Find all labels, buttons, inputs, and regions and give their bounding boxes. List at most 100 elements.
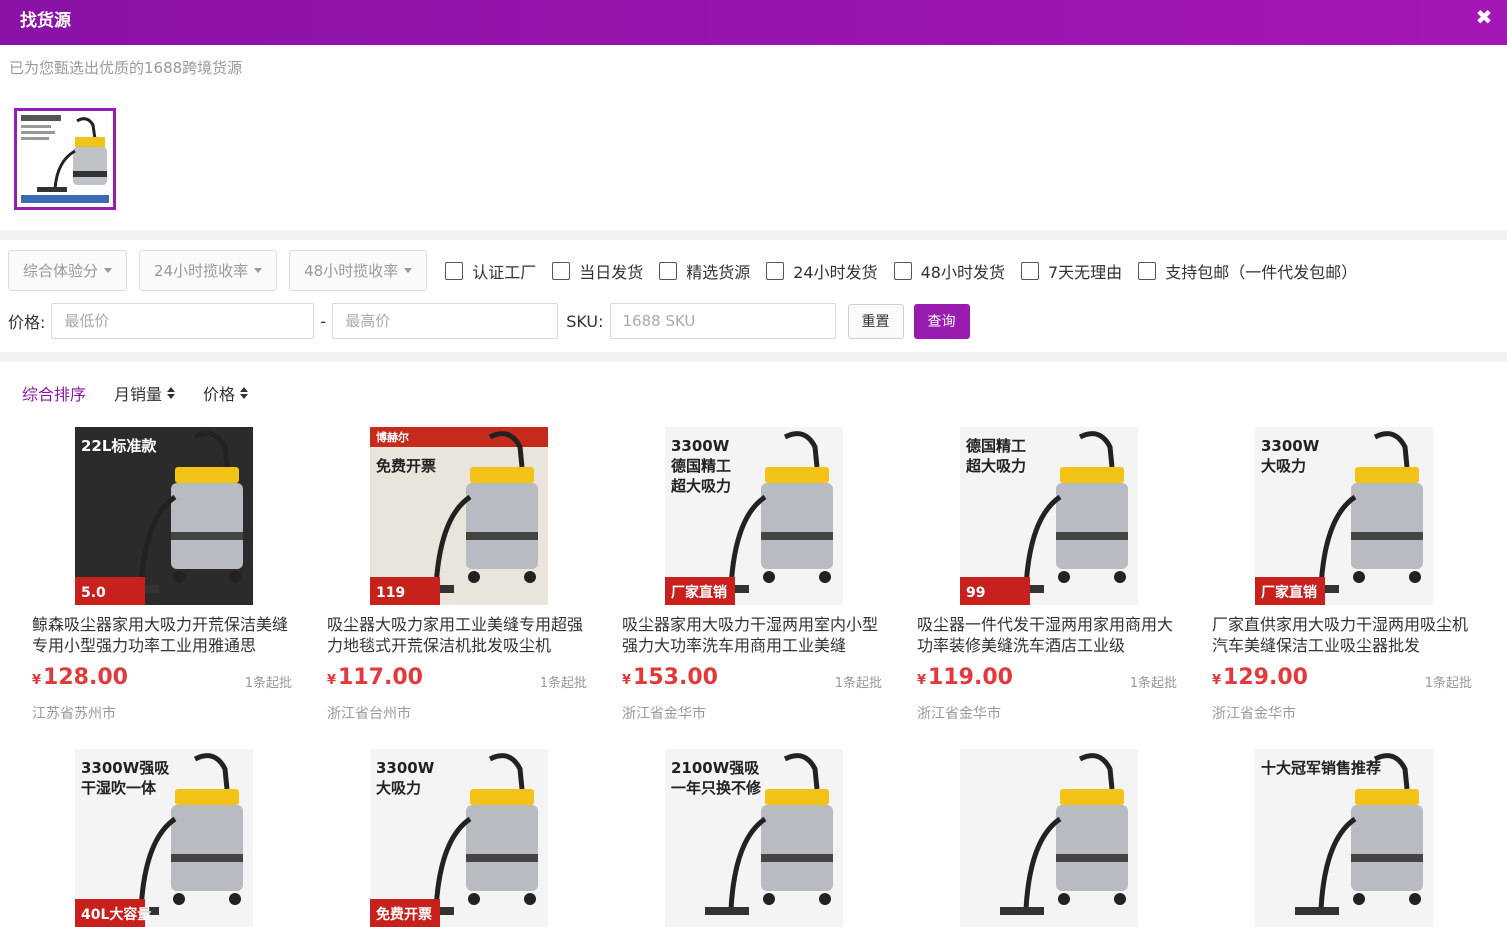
product-image[interactable]: 3300W 德国精工 超大吸力 厂家直销 bbox=[665, 427, 843, 605]
vacuum-image: 2100W强吸一年只换不修 bbox=[665, 749, 843, 927]
product-card[interactable]: 十大冠军销售推荐 bbox=[1212, 749, 1507, 927]
sku-input[interactable] bbox=[609, 303, 836, 339]
checkbox-icon[interactable] bbox=[766, 261, 785, 280]
sort-label: 月销量 bbox=[114, 385, 163, 404]
product-title[interactable]: 吸尘器大吸力家用工业美缝专用超强力地毯式开荒保洁机批发吸尘机 bbox=[327, 614, 589, 656]
filter-row: 综合体验分 24小时揽收率 48小时揽收率 认证工厂 当日发货 精选货源 24小… bbox=[8, 250, 1367, 291]
product-card[interactable]: 德国精工 超大吸力 99 吸尘器一件代发干湿两用家用商用大功率装修美缝洗车酒店工业级… bbox=[917, 427, 1212, 727]
svg-text:40L大容量: 40L大容量 bbox=[81, 906, 151, 923]
checkbox-same-day[interactable]: 当日发货 bbox=[552, 259, 643, 283]
min-price-input[interactable] bbox=[51, 303, 315, 339]
dropdown-24h-pickup[interactable]: 24小时揽收率 bbox=[139, 250, 278, 291]
caret-down-icon bbox=[404, 268, 413, 273]
checkbox-certified-factory[interactable]: 认证工厂 bbox=[445, 259, 536, 283]
svg-text:22L标准款: 22L标准款 bbox=[81, 437, 157, 455]
checkbox-icon[interactable] bbox=[1138, 261, 1157, 280]
svg-text:5.0: 5.0 bbox=[81, 585, 106, 601]
currency-symbol: ¥ bbox=[327, 673, 337, 688]
product-moq: 1条起批 bbox=[244, 676, 292, 691]
product-card[interactable]: 3300W 德国精工 超大吸力 厂家直销 吸尘器家用大吸力干湿两用室内小型强力大功率洗… bbox=[622, 427, 917, 727]
checkbox-label: 24小时发货 bbox=[793, 262, 878, 282]
divider bbox=[0, 352, 1507, 362]
svg-text:超大吸力: 超大吸力 bbox=[965, 457, 1026, 475]
sort-price[interactable]: 价格 bbox=[203, 381, 249, 405]
product-image[interactable]: 3300W 大吸力 厂家直销 bbox=[1255, 427, 1433, 605]
currency-symbol: ¥ bbox=[622, 673, 632, 688]
product-image[interactable]: 3300W强吸 干湿吹一体 40L大容量 bbox=[75, 749, 253, 927]
product-title[interactable]: 吸尘器一件代发干湿两用家用商用大功率装修美缝洗车酒店工业级 bbox=[917, 614, 1179, 656]
product-image[interactable]: 3300W 大吸力免费开票 bbox=[370, 749, 548, 927]
currency-symbol: ¥ bbox=[917, 673, 927, 688]
svg-text:2100W强吸: 2100W强吸 bbox=[671, 759, 760, 777]
svg-text:免费开票: 免费开票 bbox=[376, 457, 436, 475]
checkbox-label: 当日发货 bbox=[579, 262, 644, 282]
product-card[interactable]: 博赫尔 免费开票 119 吸尘器大吸力家用工业美缝专用超强力地毯式开荒保洁机批发吸尘… bbox=[327, 427, 622, 727]
checkbox-icon[interactable] bbox=[659, 261, 678, 280]
product-card[interactable]: 2100W强吸 一年只换不修 bbox=[622, 749, 917, 927]
checkbox-icon[interactable] bbox=[445, 261, 464, 280]
svg-text:德国精工: 德国精工 bbox=[966, 437, 1026, 455]
product-card[interactable] bbox=[917, 749, 1212, 927]
svg-text:大吸力: 大吸力 bbox=[376, 779, 421, 797]
checkbox-48h-ship[interactable]: 48小时发货 bbox=[893, 259, 1005, 283]
product-image[interactable] bbox=[960, 749, 1138, 927]
checkbox-selected[interactable]: 精选货源 bbox=[659, 259, 750, 283]
vacuum-image: 3300W 大吸力免费开票 bbox=[370, 749, 548, 927]
checkbox-label: 支持包邮（一件代发包邮） bbox=[1165, 262, 1358, 282]
dropdown-experience-score[interactable]: 综合体验分 bbox=[8, 250, 128, 291]
sort-monthly-sales[interactable]: 月销量 bbox=[114, 381, 176, 405]
price-value: 153.00 bbox=[633, 665, 718, 690]
product-location: 浙江省金华市 bbox=[917, 706, 1001, 722]
checkbox-icon[interactable] bbox=[1021, 261, 1039, 280]
checkbox-icon[interactable] bbox=[552, 261, 571, 280]
sort-arrows-icon bbox=[167, 387, 176, 399]
product-title[interactable]: 厂家直供家用大吸力干湿两用吸尘机 汽车美缝保洁工业吸尘器批发 bbox=[1212, 614, 1474, 656]
vacuum-image bbox=[960, 749, 1138, 927]
product-card[interactable]: 22L标准款 5.0 鲸森吸尘器家用大吸力开荒保洁美缝专用小型强力功率工业用雅通思… bbox=[32, 427, 327, 727]
product-moq: 1条起批 bbox=[1129, 676, 1177, 691]
product-image[interactable]: 22L标准款 5.0 bbox=[75, 427, 253, 605]
vacuum-image: 3300W 德国精工超大吸力厂家直销 bbox=[665, 427, 843, 605]
product-card[interactable]: 3300W 大吸力 厂家直销 厂家直供家用大吸力干湿两用吸尘机 汽车美缝保洁工业吸尘… bbox=[1212, 427, 1507, 727]
price-value: 128.00 bbox=[43, 665, 128, 690]
product-image[interactable]: 十大冠军销售推荐 bbox=[1255, 749, 1433, 927]
dropdown-48h-pickup[interactable]: 48小时揽收率 bbox=[289, 250, 428, 291]
dropdown-label: 24小时揽收率 bbox=[154, 262, 249, 280]
svg-text:3300W: 3300W bbox=[1261, 437, 1320, 455]
product-image[interactable]: 博赫尔 免费开票 119 bbox=[370, 427, 548, 605]
currency-symbol: ¥ bbox=[32, 673, 42, 688]
sort-default[interactable]: 综合排序 bbox=[22, 381, 86, 405]
product-moq: 1条起批 bbox=[1424, 676, 1472, 691]
product-image[interactable]: 德国精工 超大吸力 99 bbox=[960, 427, 1138, 605]
checkbox-7day-return[interactable]: 7天无理由 bbox=[1021, 259, 1122, 283]
max-price-input[interactable] bbox=[332, 303, 559, 339]
checkbox-icon[interactable] bbox=[893, 261, 912, 280]
product-card[interactable]: 3300W强吸 干湿吹一体 40L大容量 bbox=[32, 749, 327, 927]
price-filter-row: 价格: - SKU: 重置 查询 bbox=[8, 303, 970, 339]
svg-text:3300W强吸: 3300W强吸 bbox=[81, 759, 170, 777]
reset-button[interactable]: 重置 bbox=[847, 303, 904, 339]
svg-text:一年只换不修: 一年只换不修 bbox=[671, 779, 762, 797]
svg-text:干湿吹一体: 干湿吹一体 bbox=[81, 779, 157, 797]
checkbox-free-shipping[interactable]: 支持包邮（一件代发包邮） bbox=[1138, 259, 1357, 283]
svg-text:免费开票: 免费开票 bbox=[376, 906, 432, 923]
dialog-header: 找货源 ✖ bbox=[0, 0, 1507, 45]
svg-text:3300W: 3300W bbox=[376, 759, 435, 777]
close-icon[interactable]: ✖ bbox=[1473, 6, 1495, 28]
product-location: 浙江省金华市 bbox=[622, 706, 706, 722]
vacuum-image: 博赫尔免费开票 119 bbox=[370, 427, 548, 605]
sort-label: 价格 bbox=[203, 385, 236, 404]
product-image[interactable]: 2100W强吸 一年只换不修 bbox=[665, 749, 843, 927]
product-location: 浙江省台州市 bbox=[327, 706, 411, 722]
product-location: 浙江省金华市 bbox=[1212, 706, 1296, 722]
svg-text:博赫尔: 博赫尔 bbox=[376, 430, 409, 444]
product-title[interactable]: 鲸森吸尘器家用大吸力开荒保洁美缝专用小型强力功率工业用雅通思 bbox=[32, 614, 294, 656]
query-button[interactable]: 查询 bbox=[913, 303, 970, 339]
price-value: 119.00 bbox=[928, 665, 1013, 690]
product-title[interactable]: 吸尘器家用大吸力干湿两用室内小型强力大功率洗车用商用工业美缝 bbox=[622, 614, 884, 656]
checkbox-24h-ship[interactable]: 24小时发货 bbox=[766, 259, 878, 283]
vacuum-image: 十大冠军销售推荐 bbox=[1255, 749, 1433, 927]
product-card[interactable]: 3300W 大吸力免费开票 bbox=[327, 749, 622, 927]
source-product-thumbnail[interactable] bbox=[14, 108, 116, 210]
product-price: ¥117.00 bbox=[327, 665, 423, 690]
